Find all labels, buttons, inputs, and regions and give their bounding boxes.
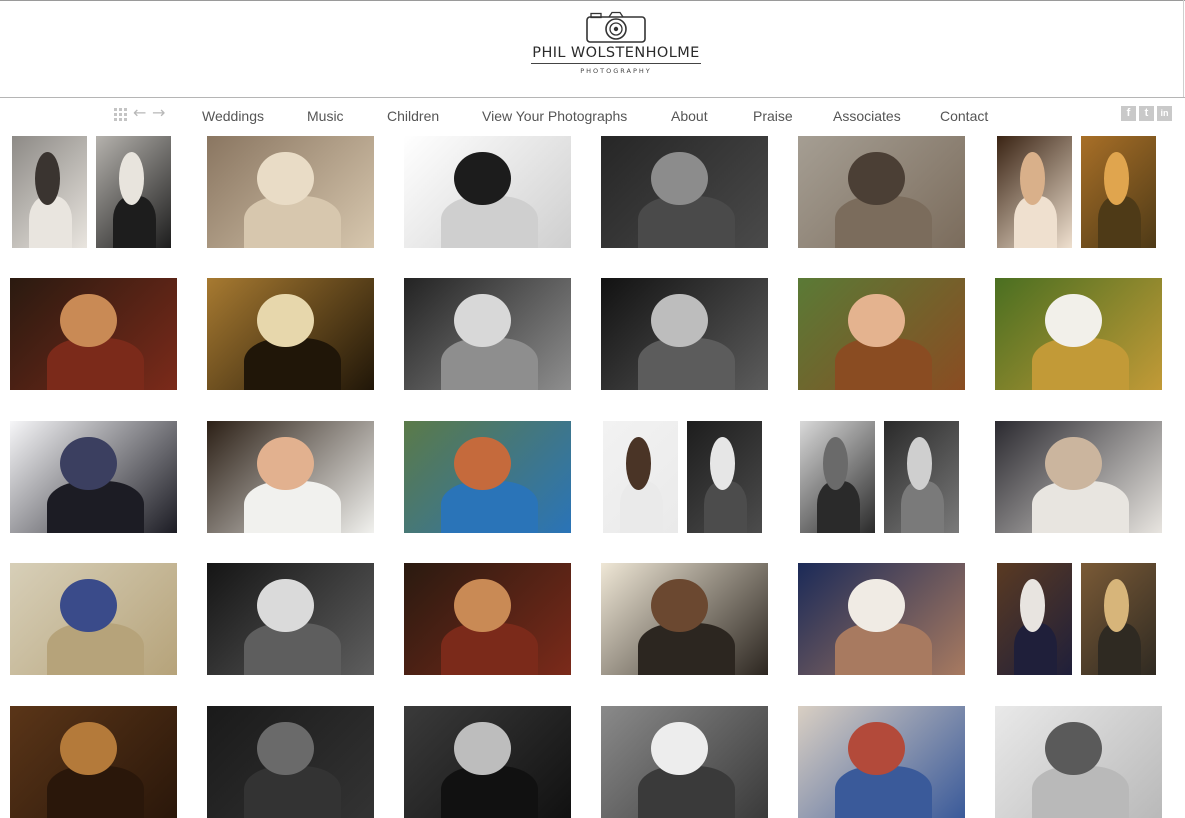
gallery-photo[interactable] <box>798 563 965 675</box>
photo-subject-head <box>1045 721 1102 776</box>
nav-divider <box>0 97 1185 98</box>
photo-subject-head <box>118 151 144 206</box>
photo-subject-head <box>848 578 905 633</box>
photo-subject-head <box>1045 436 1102 491</box>
brand-name: PHIL WOLSTENHOLME <box>532 45 700 61</box>
photo-subject-head <box>454 578 511 633</box>
gallery-photo[interactable] <box>10 706 177 818</box>
gallery-photo[interactable] <box>96 136 171 248</box>
gallery-photo[interactable] <box>995 706 1162 818</box>
gallery-photo[interactable] <box>884 421 959 533</box>
gallery-photo[interactable] <box>10 563 177 675</box>
photo-subject-head <box>454 151 511 206</box>
gallery-photo[interactable] <box>207 421 374 533</box>
photo-subject-head <box>709 436 735 491</box>
gallery-photo[interactable] <box>404 278 571 390</box>
photo-subject-head <box>1019 151 1045 206</box>
photo-subject-head <box>822 436 848 491</box>
gallery-photo[interactable] <box>207 136 374 248</box>
gallery-photo[interactable] <box>997 136 1072 248</box>
gallery-photo[interactable] <box>404 136 571 248</box>
gallery-photo[interactable] <box>404 706 571 818</box>
gallery-photo[interactable] <box>995 278 1162 390</box>
photo-subject-head <box>848 293 905 348</box>
gallery-photo[interactable] <box>12 136 87 248</box>
photo-subject-head <box>651 578 708 633</box>
facebook-icon[interactable]: f <box>1121 106 1136 121</box>
photo-subject-head <box>651 721 708 776</box>
gallery-photo[interactable] <box>997 563 1072 675</box>
logo-divider <box>531 63 701 64</box>
gallery-photo[interactable] <box>404 421 571 533</box>
nav-children[interactable]: Children <box>387 108 439 124</box>
gallery-photo[interactable] <box>601 278 768 390</box>
photo-subject-head <box>1103 151 1129 206</box>
gallery-photo[interactable] <box>798 706 965 818</box>
photo-subject-head <box>34 151 60 206</box>
gallery-photo[interactable] <box>601 706 768 818</box>
gallery-photo[interactable] <box>207 278 374 390</box>
photo-subject-head <box>257 293 314 348</box>
photo-subject-head <box>454 293 511 348</box>
nav-praise[interactable]: Praise <box>753 108 793 124</box>
main-nav: Weddings Music Children View Your Photog… <box>0 108 1185 128</box>
photo-subject-head <box>848 721 905 776</box>
gallery-photo[interactable] <box>207 563 374 675</box>
gallery-photo[interactable] <box>207 706 374 818</box>
photo-subject-head <box>848 151 905 206</box>
linkedin-icon[interactable]: in <box>1157 106 1172 121</box>
gallery-photo[interactable] <box>10 278 177 390</box>
gallery-photo[interactable] <box>601 563 768 675</box>
site-header: PHIL WOLSTENHOLME PHOTOGRAPHY <box>0 1 1185 97</box>
photo-subject-head <box>60 436 117 491</box>
nav-contact[interactable]: Contact <box>940 108 988 124</box>
twitter-icon[interactable]: t <box>1139 106 1154 121</box>
photo-subject-head <box>257 436 314 491</box>
nav-associates[interactable]: Associates <box>833 108 901 124</box>
photo-subject-head <box>651 293 708 348</box>
photo-subject-head <box>1019 578 1045 633</box>
gallery-photo[interactable] <box>798 278 965 390</box>
gallery-photo[interactable] <box>10 421 177 533</box>
photo-subject-head <box>454 436 511 491</box>
gallery-photo[interactable] <box>1081 136 1156 248</box>
gallery-photo[interactable] <box>1081 563 1156 675</box>
nav-about[interactable]: About <box>671 108 708 124</box>
photo-subject-head <box>906 436 932 491</box>
gallery-photo[interactable] <box>687 421 762 533</box>
photo-subject-head <box>60 578 117 633</box>
nav-view-your-photographs[interactable]: View Your Photographs <box>482 108 627 124</box>
photo-subject-head <box>1103 578 1129 633</box>
camera-icon <box>586 11 646 43</box>
gallery-photo[interactable] <box>798 136 965 248</box>
nav-weddings[interactable]: Weddings <box>202 108 264 124</box>
gallery-photo[interactable] <box>603 421 678 533</box>
photo-subject-head <box>60 293 117 348</box>
gallery-photo[interactable] <box>601 136 768 248</box>
photo-subject-head <box>257 151 314 206</box>
gallery-photo[interactable] <box>404 563 571 675</box>
photo-subject-head <box>651 151 708 206</box>
brand-subtitle: PHOTOGRAPHY <box>580 67 652 75</box>
photo-subject-head <box>60 721 117 776</box>
gallery-photo[interactable] <box>800 421 875 533</box>
photo-subject-head <box>1045 293 1102 348</box>
photo-subject-head <box>257 721 314 776</box>
photo-subject-head <box>454 721 511 776</box>
site-logo[interactable]: PHIL WOLSTENHOLME PHOTOGRAPHY <box>530 11 702 85</box>
nav-music[interactable]: Music <box>307 108 344 124</box>
gallery-photo[interactable] <box>995 421 1162 533</box>
photo-subject-head <box>625 436 651 491</box>
photo-subject-head <box>257 578 314 633</box>
